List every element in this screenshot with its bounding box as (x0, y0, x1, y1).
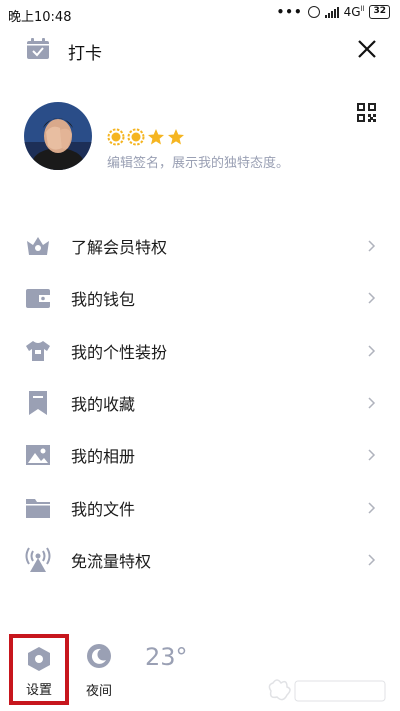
vip-crown-icon (27, 237, 49, 256)
night-mode-label[interactable]: 夜间 (86, 680, 112, 699)
network-type: 4Gll (344, 5, 365, 19)
chevron-right-icon (368, 345, 376, 357)
network-label: 4G (343, 5, 361, 19)
status-time: 晚上10:48 (8, 10, 72, 25)
menu-label: 我的收藏 (71, 395, 136, 415)
menu-item-personalize[interactable]: 我的个性装扮 (0, 325, 400, 377)
notification-dots: ••• (276, 5, 303, 19)
status-indicators: ••• 4Gll 32 (277, 5, 390, 19)
settings-hex-icon (28, 647, 50, 671)
menu-label: 我的钱包 (71, 290, 136, 310)
drawer-menu: 了解会员特权 我的钱包 我的个性装扮 我的收藏 我的相册 我的文件 免流量特权 (0, 220, 400, 586)
menu-label: 免流量特权 (71, 551, 152, 571)
status-bar: 晚上10:48 ••• 4Gll 32 (0, 0, 400, 28)
menu-item-files[interactable]: 我的文件 (0, 481, 400, 533)
signature-text[interactable]: 编辑签名，展示我的独特态度。 (107, 152, 289, 171)
wallet-icon (26, 289, 50, 309)
sun-level-icon (127, 128, 145, 146)
settings-button[interactable]: 设置 (9, 634, 69, 705)
chevron-right-icon (368, 292, 376, 304)
battery-icon: 32 (369, 5, 390, 19)
close-icon[interactable] (356, 38, 378, 60)
signal-strength-icon (324, 6, 339, 18)
sun-level-icon (107, 128, 125, 146)
star-level-icon (168, 129, 184, 145)
chevron-right-icon (368, 397, 376, 409)
bookmark-icon (29, 391, 47, 416)
signal-tower-icon (25, 547, 51, 572)
alarm-icon (307, 6, 320, 18)
menu-label: 我的相册 (71, 447, 136, 467)
checkin-label[interactable]: 打卡 (68, 39, 102, 64)
chevron-right-icon (368, 240, 376, 252)
moon-icon[interactable] (86, 643, 112, 669)
menu-label: 我的个性装扮 (71, 342, 168, 362)
menu-item-favorites[interactable]: 我的收藏 (0, 377, 400, 429)
shirt-icon (26, 340, 50, 361)
qr-code-icon[interactable] (357, 103, 376, 122)
weather-temperature[interactable]: 23° (145, 643, 188, 671)
photo-icon (26, 445, 50, 466)
menu-item-album[interactable]: 我的相册 (0, 429, 400, 481)
folder-icon (26, 498, 50, 518)
drawer-header: 打卡 (0, 28, 400, 72)
settings-label: 设置 (25, 683, 52, 698)
network-sup: ll (360, 5, 365, 13)
menu-item-wallet[interactable]: 我的钱包 (0, 272, 400, 324)
avatar[interactable] (24, 102, 92, 170)
menu-label: 了解会员特权 (71, 238, 168, 258)
watermark-logo (268, 679, 386, 702)
menu-label: 我的文件 (71, 499, 136, 519)
member-level-stars[interactable] (107, 128, 185, 146)
chevron-right-icon (368, 502, 376, 514)
chevron-right-icon (368, 449, 376, 461)
menu-item-vip[interactable]: 了解会员特权 (0, 220, 400, 272)
star-level-icon (148, 129, 164, 145)
menu-item-free-data[interactable]: 免流量特权 (0, 534, 400, 586)
chevron-right-icon (368, 554, 376, 566)
calendar-check-icon[interactable] (26, 38, 50, 60)
